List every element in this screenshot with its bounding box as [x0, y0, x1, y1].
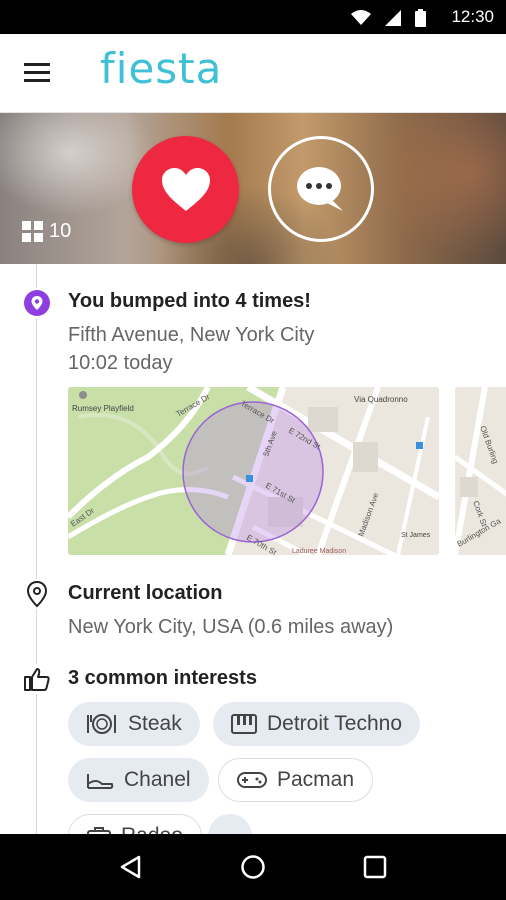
interest-chip-label: Steak	[128, 712, 182, 735]
interest-chip-label: Detroit Techno	[267, 712, 403, 735]
chat-bubble-icon	[297, 167, 343, 211]
encounter-map[interactable]: Rumsey Playfield Terrace Dr Terrace Dr E…	[68, 387, 439, 555]
profile-photo[interactable]: 10	[0, 113, 506, 264]
app-logo: fiesta	[100, 44, 223, 93]
encounter-time: 10:02 today	[68, 352, 173, 374]
current-location-value: New York City, USA (0.6 miles away)	[68, 616, 394, 638]
interest-chip-label: Pacman	[277, 768, 355, 791]
back-triangle-icon	[120, 855, 141, 879]
home-circle-icon	[241, 855, 265, 879]
interest-chip-radeo[interactable]: Radeo	[68, 814, 202, 834]
interests-title: 3 common interests	[68, 667, 257, 689]
timeline-line	[36, 264, 37, 834]
more-interests-chip[interactable]	[208, 814, 252, 834]
location-outline-icon	[22, 579, 52, 609]
location-pin-icon	[22, 288, 52, 318]
svg-text:St James: St James	[401, 532, 431, 539]
hamburger-menu-icon[interactable]	[24, 63, 52, 83]
piano-keys-icon	[231, 714, 257, 734]
status-bar: 12:30	[0, 0, 506, 34]
recents-square-icon	[363, 855, 387, 879]
photo-count: 10	[49, 220, 72, 242]
heart-icon	[161, 167, 210, 211]
profile-details[interactable]: You bumped into 4 times! Fifth Avenue, N…	[0, 264, 506, 834]
signal-icon	[385, 10, 401, 26]
system-nav-bar	[0, 834, 506, 900]
current-location-title: Current location	[68, 582, 223, 604]
high-heel-icon	[87, 774, 114, 789]
like-button[interactable]	[132, 136, 239, 243]
interest-chip-detroit-techno[interactable]: Detroit Techno	[213, 702, 421, 746]
home-button[interactable]	[233, 847, 273, 887]
encounter-title: You bumped into 4 times!	[68, 290, 311, 312]
encounter-map-next[interactable]: Old Burling Cork St Burlington Ga	[455, 387, 506, 555]
app-bar: fiesta	[0, 34, 506, 113]
plate-cutlery-icon	[87, 714, 116, 734]
gamepad-icon	[237, 772, 267, 788]
svg-text:Laduree Madison: Laduree Madison	[292, 548, 346, 555]
thumbs-up-icon	[22, 664, 52, 694]
svg-text:Via Quadronno: Via Quadronno	[354, 395, 408, 404]
wifi-icon	[351, 10, 371, 25]
svg-text:Rumsey Playfield: Rumsey Playfield	[72, 404, 134, 413]
back-button[interactable]	[111, 847, 151, 887]
interest-chip-label: Radeo	[121, 824, 183, 834]
battery-icon	[415, 9, 426, 27]
status-time: 12:30	[451, 7, 494, 26]
interest-chip-label: Chanel	[124, 768, 191, 791]
photo-gallery-button[interactable]: 10	[22, 220, 71, 243]
grid-icon	[22, 221, 43, 242]
interest-chip-chanel[interactable]: Chanel	[68, 758, 209, 802]
briefcase-icon	[87, 827, 111, 834]
interest-chip-steak[interactable]: Steak	[68, 702, 200, 746]
encounter-location: Fifth Avenue, New York City	[68, 324, 315, 346]
recents-button[interactable]	[355, 847, 395, 887]
interest-chip-pacman[interactable]: Pacman	[218, 758, 374, 802]
chat-button[interactable]	[268, 136, 374, 242]
